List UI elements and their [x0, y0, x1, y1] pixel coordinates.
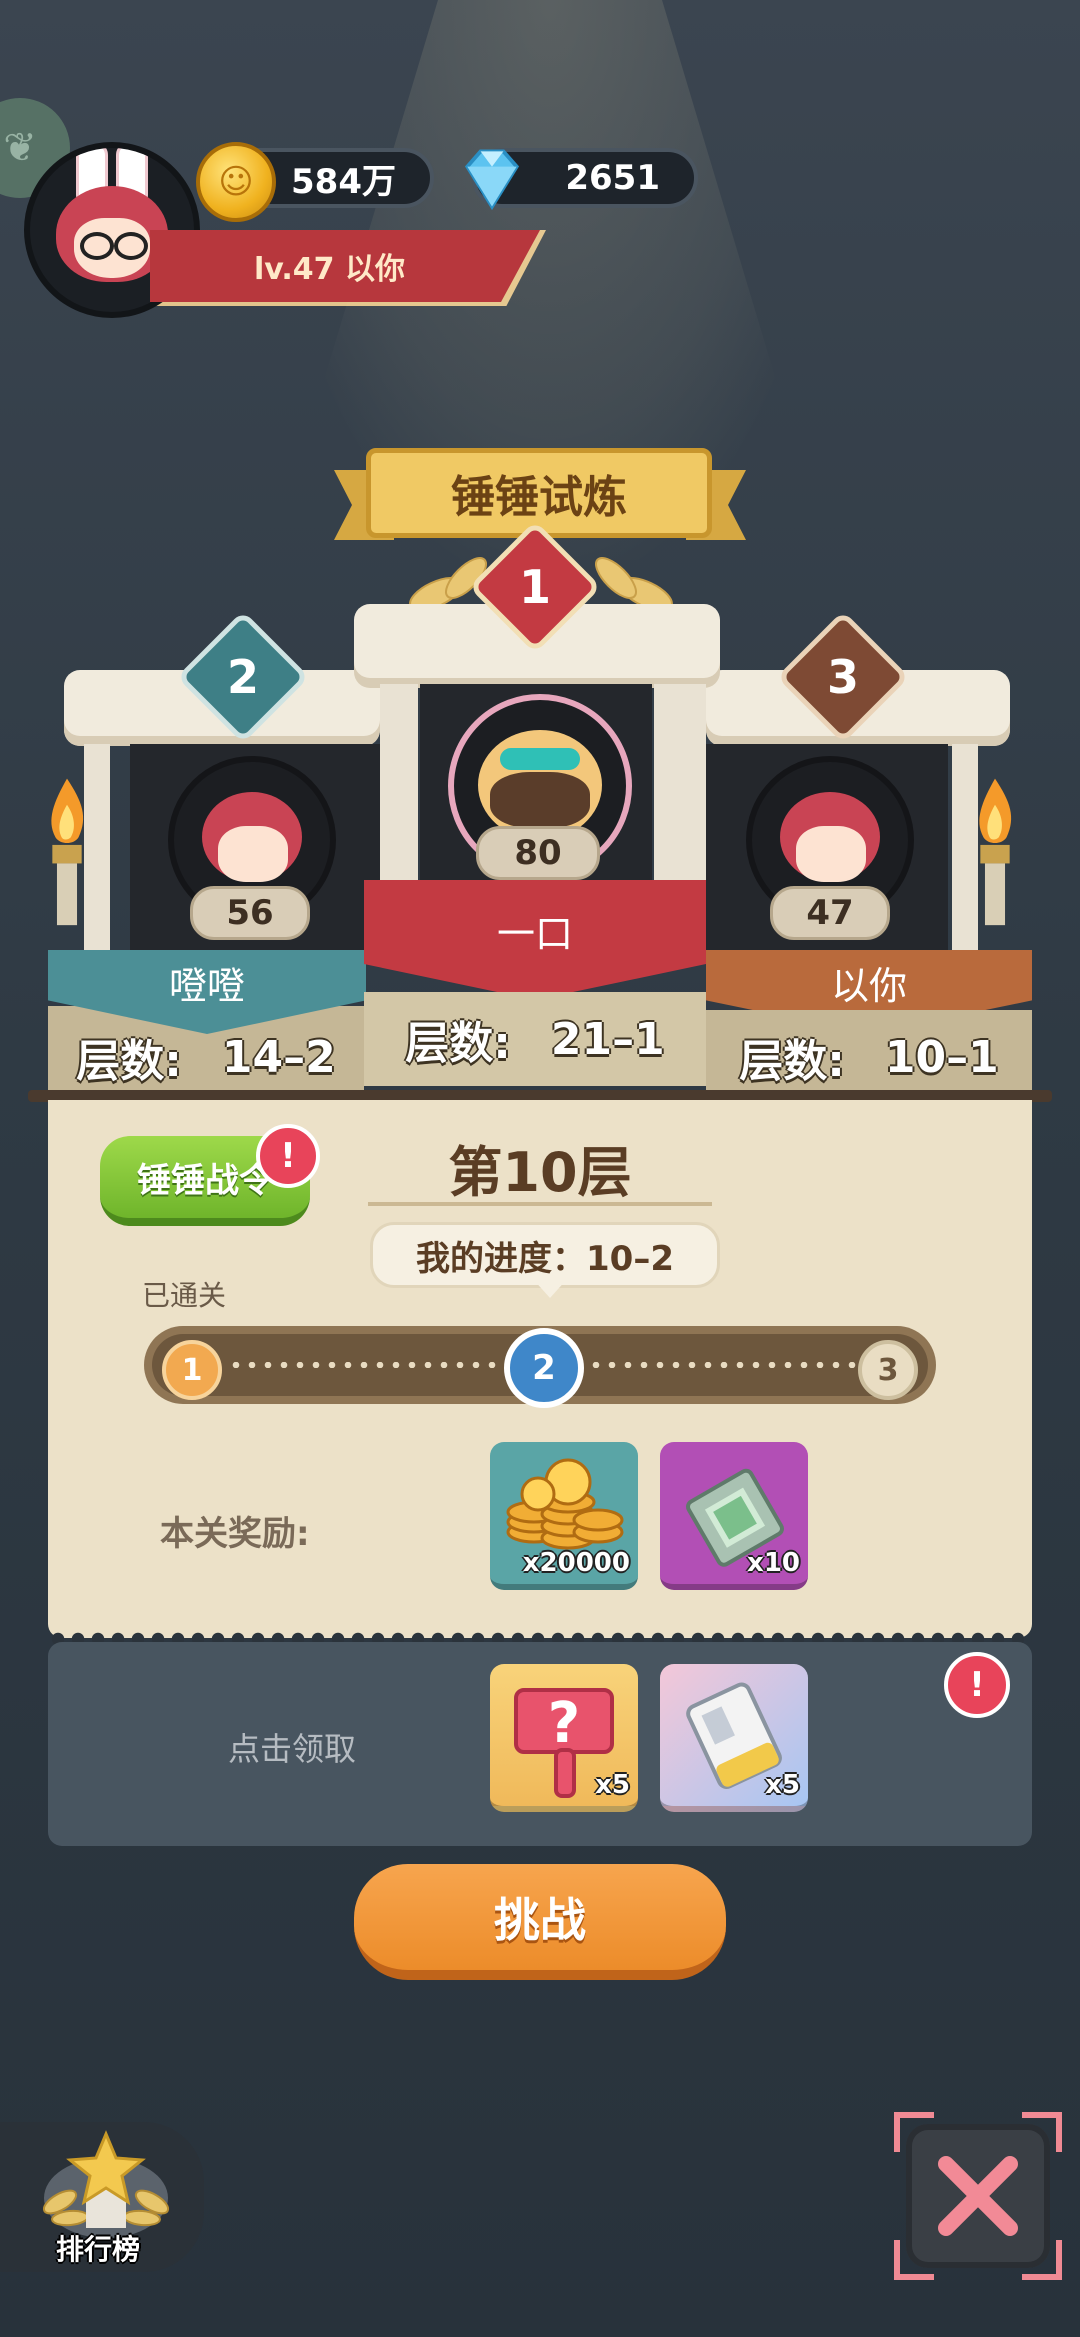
- claim-mystery-hammer[interactable]: ? x5: [490, 1664, 638, 1812]
- rank-1-floor-value: 21–1: [550, 1013, 665, 1065]
- rank-2-score-value: 56: [226, 893, 274, 933]
- challenge-button[interactable]: 挑战: [354, 1864, 726, 1980]
- hammer-pass-label: 锤锤战令: [137, 1160, 273, 1201]
- my-progress-text: 我的进度：10–2: [416, 1238, 674, 1279]
- gem-amount: 2651: [565, 158, 660, 198]
- leaderboard-label: 排行榜: [56, 2233, 141, 2266]
- rank-2-name: 噔噔: [168, 963, 245, 1008]
- track-dots-left: [228, 1362, 500, 1368]
- column: [380, 684, 418, 884]
- event-title-ribbon: 锤锤试炼: [366, 448, 712, 538]
- close-frame-corner: [1022, 2240, 1062, 2280]
- rank-1-floor-label: 层数:: [405, 1018, 511, 1069]
- claim-alert-icon: !: [944, 1652, 1010, 1718]
- torch-right-icon: [979, 778, 1012, 926]
- close-frame-corner: [1022, 2112, 1062, 2152]
- coin-icon: ☺: [196, 142, 276, 222]
- rank-1-score-value: 80: [514, 833, 562, 873]
- level-text: lv.47 以你: [254, 252, 405, 287]
- column: [654, 684, 706, 884]
- rank-3-floor-value: 10–1: [884, 1031, 999, 1083]
- rank-1-name-plate: 一口: [364, 880, 706, 1000]
- svg-text:?: ?: [548, 1691, 580, 1756]
- floor-divider: [368, 1202, 712, 1206]
- level-banner: lv.47 以你: [150, 230, 540, 302]
- rank-3-score-value: 47: [806, 893, 854, 933]
- node-3-label: 3: [877, 1352, 899, 1388]
- rank-3-name: 以你: [830, 963, 907, 1008]
- rank-2-number: 2: [226, 649, 260, 704]
- torch-left-icon: [51, 778, 84, 926]
- track-dots-right: [588, 1362, 856, 1368]
- floor-title: 第10层: [448, 1141, 632, 1204]
- rank-1-name: 一口: [496, 911, 573, 956]
- claim-hammer-count: x5: [595, 1770, 630, 1800]
- reward-coins-count: x20000: [522, 1548, 630, 1578]
- coin-amount: 584万: [291, 161, 396, 202]
- node-1-label: 1: [181, 1352, 203, 1388]
- rank-3-floor-label: 层数:: [739, 1036, 845, 1087]
- claim-ticket-count: x5: [765, 1770, 800, 1800]
- progress-node-3[interactable]: 3: [858, 1340, 918, 1400]
- claim-label[interactable]: 点击领取: [228, 1724, 356, 1770]
- node-2-label: 2: [532, 1348, 556, 1388]
- reward-label: 本关奖励:: [160, 1514, 310, 1554]
- event-title: 锤锤试炼: [451, 472, 627, 523]
- close-frame-corner: [894, 2112, 934, 2152]
- rank-1-number: 1: [518, 559, 552, 614]
- rank-2-floor-value: 14–2: [221, 1031, 336, 1083]
- claim-alert-mark: !: [969, 1665, 985, 1705]
- rank-3-number: 3: [826, 649, 860, 704]
- reward-scroll-count: x10: [747, 1548, 800, 1578]
- progress-node-1[interactable]: 1: [162, 1340, 222, 1400]
- rank-3-score: 47: [770, 886, 890, 940]
- reward-scroll[interactable]: x10: [660, 1442, 808, 1590]
- bubble-pointer: [532, 1278, 568, 1298]
- rank-2-score: 56: [190, 886, 310, 940]
- passed-label: 已通关: [142, 1279, 227, 1312]
- progress-node-2[interactable]: 2: [504, 1328, 584, 1408]
- close-frame-corner: [894, 2240, 934, 2280]
- diamond-icon: [464, 149, 520, 211]
- hammer-pass-alert-icon: !: [256, 1124, 320, 1188]
- claim-ticket-card[interactable]: x5: [660, 1664, 808, 1812]
- rank-1-score: 80: [476, 826, 600, 880]
- reward-coins[interactable]: x20000: [490, 1442, 638, 1590]
- trophy-laurel-icon: [42, 2130, 170, 2238]
- challenge-label: 挑战: [494, 1893, 586, 1947]
- rank-2-floor-label: 层数:: [76, 1036, 182, 1087]
- alert-mark: !: [280, 1136, 296, 1176]
- rank-1-floor: 层数: 21–1: [364, 992, 706, 1086]
